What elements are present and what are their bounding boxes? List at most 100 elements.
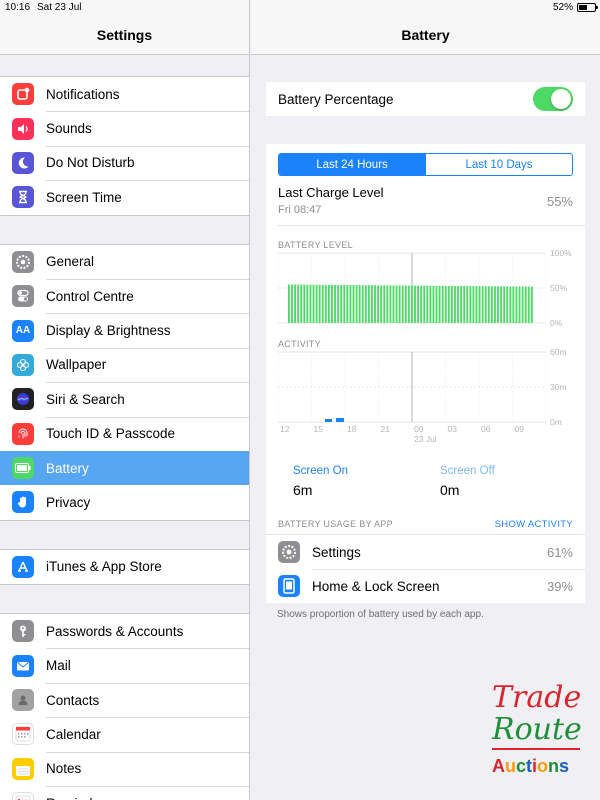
- sidebar-item-do-not-disturb[interactable]: Do Not Disturb: [0, 145, 249, 180]
- battery-level-label: BATTERY LEVEL: [278, 240, 353, 250]
- sidebar-item-label: Notifications: [46, 86, 120, 102]
- sidebar-item-passwords-accounts[interactable]: Passwords & Accounts: [0, 614, 249, 648]
- settings-group: iTunes & App Store: [0, 548, 249, 586]
- battery-level-bar: [423, 285, 426, 323]
- battery-level-bar: [346, 285, 349, 323]
- battery-level-bar: [380, 285, 383, 323]
- battery-level-bar: [288, 284, 290, 323]
- screen-on-label: Screen On: [293, 465, 348, 477]
- sidebar-item-notes[interactable]: Notes: [0, 751, 249, 786]
- sidebar-item-label: Wallpaper: [46, 357, 107, 373]
- sidebar-item-contacts[interactable]: Contacts: [0, 682, 249, 717]
- sidebar-item-label: Mail: [46, 658, 71, 674]
- status-battery-icon: [577, 3, 598, 12]
- battery-level-bar: [490, 286, 493, 323]
- battery-percentage-row: Battery Percentage: [266, 82, 585, 116]
- x-tick-label: 18: [347, 424, 357, 434]
- flower-icon: [12, 353, 34, 376]
- sidebar-item-battery[interactable]: Battery: [0, 450, 249, 486]
- contacts-icon: [12, 689, 34, 712]
- gear-icon: [278, 541, 300, 563]
- sidebar-title: Settings: [96, 27, 153, 43]
- battery-level-bar: [450, 285, 453, 323]
- sidebar-item-sounds[interactable]: Sounds: [0, 111, 249, 145]
- battery-level-bar: [463, 286, 466, 323]
- app-usage-value: 61%: [546, 544, 573, 560]
- settings-group: General Control Centre AA Display & Brightn…: [0, 243, 249, 521]
- battery-level-bar: [401, 285, 404, 323]
- x-tick-label: 00: [414, 424, 424, 434]
- battery-level-bar: [327, 284, 330, 323]
- sidebar-item-mail[interactable]: Mail: [0, 648, 249, 682]
- sidebar-item-label: Siri & Search: [46, 391, 125, 407]
- settings-group: Notifications Sounds Do Not Disturb Screen …: [0, 76, 249, 216]
- y-tick-label: 30m: [550, 382, 567, 392]
- x-tick-label: 15: [314, 424, 324, 434]
- app-name: Home & Lock Screen: [312, 578, 440, 594]
- battery-level-bar: [318, 284, 321, 323]
- battery-level-bar: [521, 286, 524, 323]
- battery-level-bar: [466, 286, 469, 323]
- battery-level-bar: [494, 286, 496, 323]
- sidebar-item-general[interactable]: General: [0, 245, 249, 279]
- y-tick-label: 0%: [550, 318, 563, 326]
- battery-level-bar: [438, 285, 441, 323]
- battery-level-bar: [503, 286, 506, 323]
- battery-title: Battery: [401, 27, 450, 43]
- battery-level-bar: [291, 284, 293, 323]
- usage-footnote: Shows proportion of battery used by each…: [277, 609, 484, 620]
- battery-level-bar: [515, 286, 518, 323]
- sidebar-item-touch-id-passcode[interactable]: Touch ID & Passcode: [0, 416, 249, 451]
- battery-level-bar: [527, 286, 530, 323]
- app-usage-row-settings[interactable]: Settings 61%: [266, 535, 585, 569]
- battery-level-bar: [472, 286, 475, 323]
- x-tick-label: 21: [381, 424, 391, 434]
- sidebar-item-label: Screen Time: [46, 189, 122, 205]
- show-activity-button[interactable]: SHOW ACTIVITY: [495, 519, 573, 530]
- battery-level-bar: [497, 286, 499, 323]
- sidebar-item-calendar[interactable]: Calendar: [0, 717, 249, 751]
- x-sub-label: 23 Jul: [414, 434, 437, 444]
- reminders-icon: [12, 792, 34, 800]
- battery-level-bar: [349, 285, 352, 323]
- battery-level-bar: [512, 286, 515, 323]
- watermark-line3: Auctions: [492, 756, 570, 776]
- sidebar-item-label: General: [46, 254, 95, 270]
- sidebar-item-wallpaper[interactable]: Wallpaper: [0, 347, 249, 382]
- battery-percentage-toggle[interactable]: [533, 87, 573, 111]
- activity-chart: 60m 30m 0m 12 15 18 21 00 03 06 09 23 Jul: [278, 349, 574, 449]
- sidebar-item-label: Calendar: [46, 726, 101, 742]
- sidebar-item-label: Touch ID & Passcode: [46, 426, 176, 442]
- sidebar-item-notifications[interactable]: Notifications: [0, 77, 249, 111]
- segment-last-10-days[interactable]: Last 10 Days: [425, 154, 572, 175]
- battery-level-bar: [509, 286, 512, 323]
- app-usage-row-home-lock-screen[interactable]: Home & Lock Screen 39%: [266, 569, 585, 603]
- battery-level-bar: [321, 284, 324, 323]
- sidebar-item-privacy[interactable]: Privacy: [0, 485, 249, 519]
- status-bar: 10:16 Sat 23 Jul 52%: [0, 0, 600, 16]
- sidebar-item-label: Privacy: [46, 494, 91, 510]
- hand-icon: [12, 491, 34, 514]
- sidebar-item-label: Contacts: [46, 692, 100, 708]
- status-date: Sat 23 Jul: [37, 2, 82, 13]
- gear-icon: [12, 250, 34, 273]
- battery-level-bar: [518, 286, 521, 323]
- sidebar-item-itunes-app-store[interactable]: iTunes & App Store: [0, 550, 249, 584]
- screen-on-value: 6m: [293, 482, 313, 498]
- battery-level-bar: [478, 286, 481, 323]
- activity-label: ACTIVITY: [278, 339, 321, 349]
- sidebar-item-siri-search[interactable]: Siri & Search: [0, 382, 249, 416]
- activity-bar: [325, 419, 332, 422]
- battery-level-bar: [530, 286, 533, 323]
- sidebar-item-screen-time[interactable]: Screen Time: [0, 180, 249, 214]
- sidebar-item-reminders[interactable]: Reminders: [0, 786, 249, 800]
- segment-last-24-hours[interactable]: Last 24 Hours: [279, 154, 425, 175]
- sidebar-item-control-centre[interactable]: Control Centre: [0, 278, 249, 313]
- battery-level-bar: [383, 285, 386, 323]
- app-name: Settings: [312, 544, 361, 560]
- sidebar-item-display-brightness[interactable]: AA Display & Brightness: [0, 313, 249, 347]
- battery-level-bar: [417, 285, 419, 323]
- battery-level-bar: [407, 285, 410, 323]
- battery-level-bar: [395, 285, 398, 323]
- battery-level-bar: [294, 284, 296, 323]
